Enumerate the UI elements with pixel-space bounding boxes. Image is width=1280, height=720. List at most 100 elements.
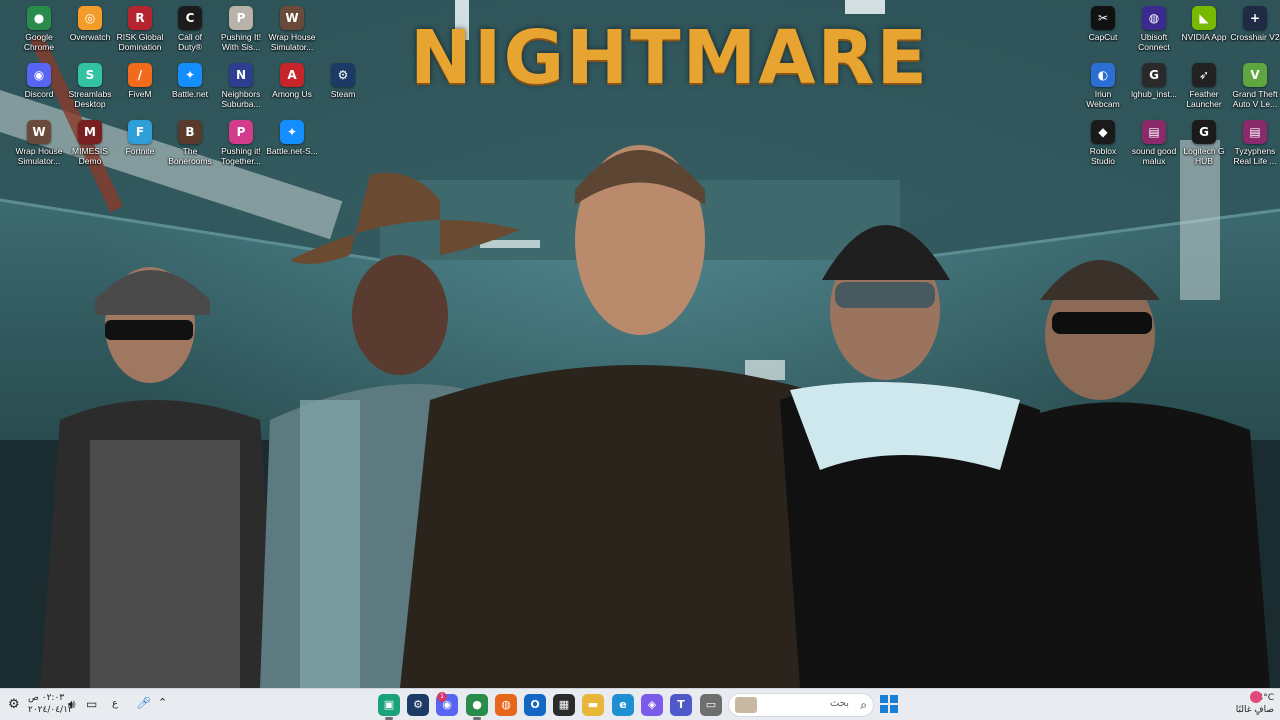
desktop-shortcut-label: Iriun Webcam xyxy=(1086,89,1120,109)
streamlabs-icon: S xyxy=(78,63,102,87)
winrar-icon: ▤ xyxy=(1142,120,1166,144)
fivem-icon: / xyxy=(128,63,152,87)
desktop-shortcut-label: Among Us xyxy=(272,89,312,99)
windows-logo-icon xyxy=(880,695,898,713)
taskbar-app-file-explorer[interactable]: ▬ xyxy=(582,694,604,716)
desktop-shortcut[interactable]: C Call of Duty® xyxy=(162,4,218,58)
desktop-shortcut[interactable]: ◣ NVIDIA App xyxy=(1176,4,1232,58)
desktop-shortcut-label: Fortnite xyxy=(125,146,155,156)
desktop-shortcut[interactable]: V Grand Theft Auto V Le... xyxy=(1227,61,1280,115)
roblox-studio-icon: ◆ xyxy=(1091,120,1115,144)
desktop-shortcut[interactable]: M MIMESIS Demo xyxy=(62,118,118,172)
taskbar-app-chrome[interactable]: ● xyxy=(466,694,488,720)
desktop-shortcut-label: Overwatch xyxy=(69,32,111,42)
desktop-shortcut[interactable]: ➶ Feather Launcher xyxy=(1176,61,1232,115)
desktop-shortcut[interactable]: N Neighbors Suburba... xyxy=(213,61,269,115)
taskbar-app-copilot[interactable]: ◈ xyxy=(641,694,663,716)
desktop-shortcut-label: Streamlabs Desktop xyxy=(68,89,112,109)
desktop-shortcut[interactable]: ◎ Overwatch xyxy=(62,4,118,58)
desktop-shortcut[interactable]: ◆ Roblox Studio xyxy=(1075,118,1131,172)
ubisoft-icon: ◍ xyxy=(1142,6,1166,30)
desktop-shortcut-label: Pushing It! With Sis... xyxy=(220,32,262,52)
desktop-shortcut-label: sound good malux xyxy=(1131,146,1177,166)
desktop-shortcut[interactable]: ◐ Iriun Webcam xyxy=(1075,61,1131,115)
language-indicator[interactable]: ع xyxy=(112,698,118,709)
notification-bell-icon[interactable]: ⚙ xyxy=(8,697,20,712)
desktop-shortcut[interactable]: W Wrap House Simulator... xyxy=(11,118,67,172)
taskbar-app-teams[interactable]: T xyxy=(670,694,692,716)
desktop-shortcut-label: lghub_inst... xyxy=(1131,89,1177,99)
widgets-profile-icon xyxy=(1250,691,1262,703)
risk-icon: R xyxy=(128,6,152,30)
search-placeholder: بحث xyxy=(829,698,849,709)
taskbar-app-firefox[interactable]: ◍ xyxy=(495,694,517,716)
taskbar-app-clipchamp[interactable]: ▣ xyxy=(378,694,400,720)
desktop-shortcut[interactable]: P Pushing it! Together... xyxy=(213,118,269,172)
network-icon[interactable]: ▭ xyxy=(86,697,97,711)
iriun-icon: ◐ xyxy=(1091,63,1115,87)
desktop-shortcut[interactable]: R RISK Global Domination xyxy=(112,4,168,58)
desktop-shortcut[interactable]: ⚙ Steam xyxy=(315,61,371,115)
desktop-shortcut-label: NVIDIA App xyxy=(1181,32,1227,42)
taskbar-app-edge[interactable]: e xyxy=(612,694,634,716)
desktop-shortcut[interactable]: ● Google Chrome xyxy=(11,4,67,58)
desktop-shortcut-label: FiveM xyxy=(128,89,152,99)
desktop-shortcut[interactable]: ◍ Ubisoft Connect xyxy=(1126,4,1182,58)
desktop-shortcut[interactable]: + Crosshair V2 xyxy=(1227,4,1280,58)
desktop-shortcut[interactable]: Glghub_inst... xyxy=(1126,61,1182,115)
lghub-installer-icon: G xyxy=(1142,63,1166,87)
taskbar: ⚙ ٠٢:٠٣ ص ٢٠٢٤/٠٤/١٣ 🔊︎ ▭ ع 🎤︎ ⌃ ▣ ⚙ ◉ ● ◍ O ▦… xyxy=(0,688,1280,720)
capcut-icon: ✂ xyxy=(1091,6,1115,30)
weather-description: صافٍ غالبًا xyxy=(1235,705,1274,715)
desktop-shortcut-label: Ubisoft Connect xyxy=(1138,32,1170,52)
search-highlight-thumbnail xyxy=(735,697,757,713)
pushing-together-icon: P xyxy=(229,120,253,144)
desktop-shortcut[interactable]: ▤ Tyzyphens Real Life ... xyxy=(1227,118,1280,172)
battlenet-setup-icon: ✦ xyxy=(280,120,304,144)
mimesis-icon: M xyxy=(78,120,102,144)
start-button[interactable] xyxy=(880,695,900,715)
taskbar-app-window[interactable]: ▭ xyxy=(700,694,722,716)
desktop-shortcut-label: Logitech G HUB xyxy=(1183,146,1225,166)
desktop-shortcut-label: Wrap House Simulator... xyxy=(268,32,316,52)
desktop-shortcut-label: Neighbors Suburba... xyxy=(221,89,261,109)
desktop-shortcut-label: Discord xyxy=(24,89,54,99)
taskbar-search-box[interactable]: بحث ⌕ xyxy=(728,693,874,717)
among-us-icon: A xyxy=(280,63,304,87)
wrap-house-icon: W xyxy=(27,120,51,144)
desktop-shortcut[interactable]: W Wrap House Simulator... xyxy=(264,4,320,58)
desktop-shortcut-label: RISK Global Domination xyxy=(116,32,164,52)
call-of-duty-icon: C xyxy=(178,6,202,30)
desktop-shortcut[interactable]: ✂ CapCut xyxy=(1075,4,1131,58)
desktop-shortcut[interactable]: ✦ Battle.net-S... xyxy=(264,118,320,172)
desktop-shortcut[interactable]: / FiveM xyxy=(112,61,168,115)
weather-temperature: 24°C xyxy=(1251,693,1274,703)
volume-icon[interactable]: 🔊︎ xyxy=(68,697,76,712)
weather-widget[interactable]: 24°C صافٍ غالبًا xyxy=(1218,692,1274,716)
desktop-shortcut-label: Call of Duty® xyxy=(177,32,203,52)
taskbar-app-steam[interactable]: ⚙ xyxy=(407,694,429,716)
desktop-shortcut[interactable]: S Streamlabs Desktop xyxy=(62,61,118,115)
bonerooms-icon: B xyxy=(178,120,202,144)
wallpaper-title: NIGHTMARE xyxy=(410,15,930,101)
logitech-ghub-icon: G xyxy=(1192,120,1216,144)
taskbar-app-outlook[interactable]: O xyxy=(524,694,546,716)
desktop-shortcut-label: MIMESIS Demo xyxy=(72,146,108,166)
desktop-shortcut[interactable]: G Logitech G HUB xyxy=(1176,118,1232,172)
desktop-shortcut[interactable]: ▤ sound good malux xyxy=(1126,118,1182,172)
desktop-shortcut-label: The Bonerooms xyxy=(168,146,212,166)
desktop-shortcut-label: Battle.net-S... xyxy=(266,146,318,156)
desktop-shortcut[interactable]: A Among Us xyxy=(264,61,320,115)
microphone-icon[interactable]: 🎤︎ xyxy=(136,696,151,710)
desktop-shortcut[interactable]: P Pushing It! With Sis... xyxy=(213,4,269,58)
desktop-shortcut[interactable]: F Fortnite xyxy=(112,118,168,172)
taskbar-clock[interactable]: ٠٢:٠٣ ص ٢٠٢٤/٠٤/١٣ xyxy=(28,692,73,716)
taskbar-app-store[interactable]: ▦ xyxy=(553,694,575,716)
desktop-shortcut[interactable]: ◉ Discord xyxy=(11,61,67,115)
desktop-shortcut-label: Google Chrome xyxy=(23,32,55,52)
search-icon: ⌕ xyxy=(860,698,867,712)
chevron-up-icon[interactable]: ⌃ xyxy=(158,696,167,709)
desktop-shortcut[interactable]: B The Bonerooms xyxy=(162,118,218,172)
pushing-it-icon: P xyxy=(229,6,253,30)
desktop-shortcut[interactable]: ✦ Battle.net xyxy=(162,61,218,115)
